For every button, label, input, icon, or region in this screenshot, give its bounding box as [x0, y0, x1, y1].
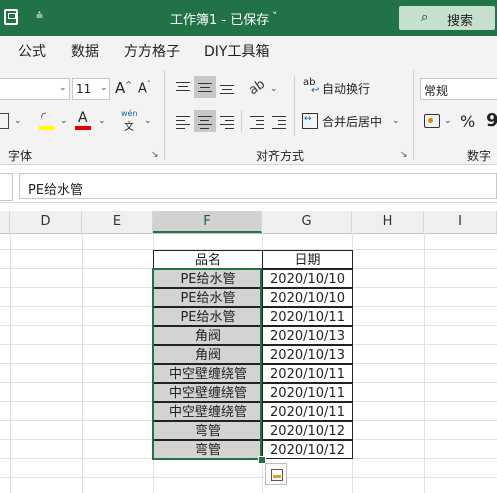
formula-bar: PE给水管: [0, 170, 497, 203]
save-icon[interactable]: [4, 9, 18, 25]
group-label-font: 字体: [8, 149, 33, 163]
search-box[interactable]: ⌕ 搜索: [399, 6, 495, 30]
cell-date[interactable]: 2020/10/10: [262, 269, 353, 288]
column-header-g[interactable]: G: [262, 211, 352, 233]
title-dropdown-icon[interactable]: ˅: [272, 10, 278, 23]
search-icon: ⌕: [421, 10, 429, 25]
separator: [294, 76, 295, 136]
cell-date[interactable]: 2020/10/11: [262, 307, 353, 326]
font-color-icon[interactable]: A: [74, 110, 94, 132]
quick-analysis-button[interactable]: [265, 463, 287, 485]
chevron-down-icon[interactable]: ⌄: [144, 116, 152, 126]
cell-date[interactable]: 2020/10/11: [262, 402, 353, 421]
align-right-icon[interactable]: [220, 116, 234, 132]
chevron-down-icon: ⌄: [59, 83, 67, 93]
ribbon: ⌄ 11 ⌄ A^ Aˇ ⌄ ◜ ⌄ A ⌄ wén 文 ⌄ 字体 ↘ ab ⌄…: [0, 66, 497, 165]
cell-date[interactable]: 2020/10/10: [262, 288, 353, 307]
align-center-icon[interactable]: [198, 116, 212, 132]
customize-quick-access-icon[interactable]: ⩮: [36, 8, 43, 23]
wrap-text-button[interactable]: 自动换行: [322, 80, 370, 97]
chevron-down-icon[interactable]: ⌄: [14, 116, 22, 126]
cell-date[interactable]: 2020/10/11: [262, 383, 353, 402]
column-header-f[interactable]: F: [153, 211, 262, 233]
number-format-dropdown[interactable]: 常规: [420, 78, 497, 100]
tab-formulas[interactable]: 公式: [18, 41, 46, 61]
border-icon[interactable]: [0, 113, 9, 129]
increase-indent-icon[interactable]: [272, 116, 286, 132]
selection-range: [152, 268, 262, 460]
comma-style-icon[interactable]: 9: [486, 110, 497, 131]
title-bar: ⩮ 工作簿1 - 已保存 ˅ ⌕ 搜索: [0, 0, 497, 36]
chevron-down-icon: ⌄: [100, 83, 108, 93]
font-size-value: 11: [76, 82, 92, 96]
quick-analysis-icon: [271, 469, 283, 481]
align-bottom-icon[interactable]: [220, 85, 234, 97]
decrease-indent-icon[interactable]: [250, 116, 264, 132]
orientation-icon[interactable]: ab: [246, 77, 268, 99]
tab-diy-toolbox[interactable]: DIY工具箱: [204, 41, 269, 61]
increase-font-icon[interactable]: A^: [115, 79, 132, 97]
merge-center-icon[interactable]: ↔: [302, 113, 318, 129]
chevron-down-icon[interactable]: ⌄: [98, 116, 106, 126]
accounting-format-icon[interactable]: [424, 114, 440, 128]
decrease-font-icon[interactable]: Aˇ: [138, 80, 151, 96]
search-label: 搜索: [447, 14, 474, 29]
wrap-text-icon[interactable]: ab ↩: [303, 77, 319, 96]
chevron-down-icon[interactable]: ⌄: [444, 116, 452, 126]
column-header-row: D E F G H I: [0, 211, 497, 234]
ribbon-tabs: 公式 数据 方方格子 DIY工具箱: [0, 36, 497, 66]
column-header-e[interactable]: E: [82, 211, 153, 233]
group-label-number: 数字: [467, 149, 492, 163]
number-format-value: 常规: [424, 84, 449, 98]
phonetic-guide-icon[interactable]: wén 文: [120, 109, 140, 133]
align-top-icon[interactable]: [176, 82, 190, 94]
formula-content: PE给水管: [28, 183, 84, 198]
cell-date[interactable]: 2020/10/13: [262, 345, 353, 364]
cell-date[interactable]: 2020/10/12: [262, 421, 353, 440]
group-separator: [164, 70, 165, 160]
percent-style-icon[interactable]: %: [460, 112, 475, 131]
column-header-i[interactable]: I: [424, 211, 497, 233]
column-header-d[interactable]: D: [10, 211, 82, 233]
gridline: [0, 477, 497, 478]
name-box[interactable]: [0, 173, 13, 201]
tab-data[interactable]: 数据: [71, 41, 99, 61]
merge-center-button[interactable]: 合并后居中: [322, 113, 382, 130]
align-middle-icon[interactable]: [198, 83, 212, 95]
cell-date[interactable]: 2020/10/13: [262, 326, 353, 345]
group-separator: [413, 70, 414, 160]
header-cell-date[interactable]: 日期: [262, 250, 353, 269]
font-name-dropdown[interactable]: ⌄: [0, 78, 70, 100]
cell-date[interactable]: 2020/10/11: [262, 364, 353, 383]
separator: [241, 110, 242, 132]
column-header-h[interactable]: H: [352, 211, 424, 233]
window-title[interactable]: 工作簿1 - 已保存: [170, 9, 269, 28]
chevron-down-icon[interactable]: ⌄: [270, 84, 278, 94]
chevron-down-icon[interactable]: ⌄: [60, 116, 68, 126]
font-size-dropdown[interactable]: 11 ⌄: [72, 78, 110, 100]
cell-date[interactable]: 2020/10/12: [262, 440, 353, 459]
chevron-down-icon[interactable]: ⌄: [392, 116, 400, 126]
column-header-c[interactable]: [0, 211, 10, 233]
fill-color-icon[interactable]: ◜: [38, 110, 58, 132]
header-cell-name[interactable]: 品名: [153, 250, 263, 269]
formula-input[interactable]: [19, 173, 497, 199]
tab-fangfang[interactable]: 方方格子: [124, 41, 180, 61]
dialog-launcher-icon[interactable]: ↘: [400, 150, 408, 160]
align-left-icon[interactable]: [176, 116, 190, 132]
group-label-alignment: 对齐方式: [256, 149, 305, 163]
dialog-launcher-icon[interactable]: ↘: [151, 150, 159, 160]
